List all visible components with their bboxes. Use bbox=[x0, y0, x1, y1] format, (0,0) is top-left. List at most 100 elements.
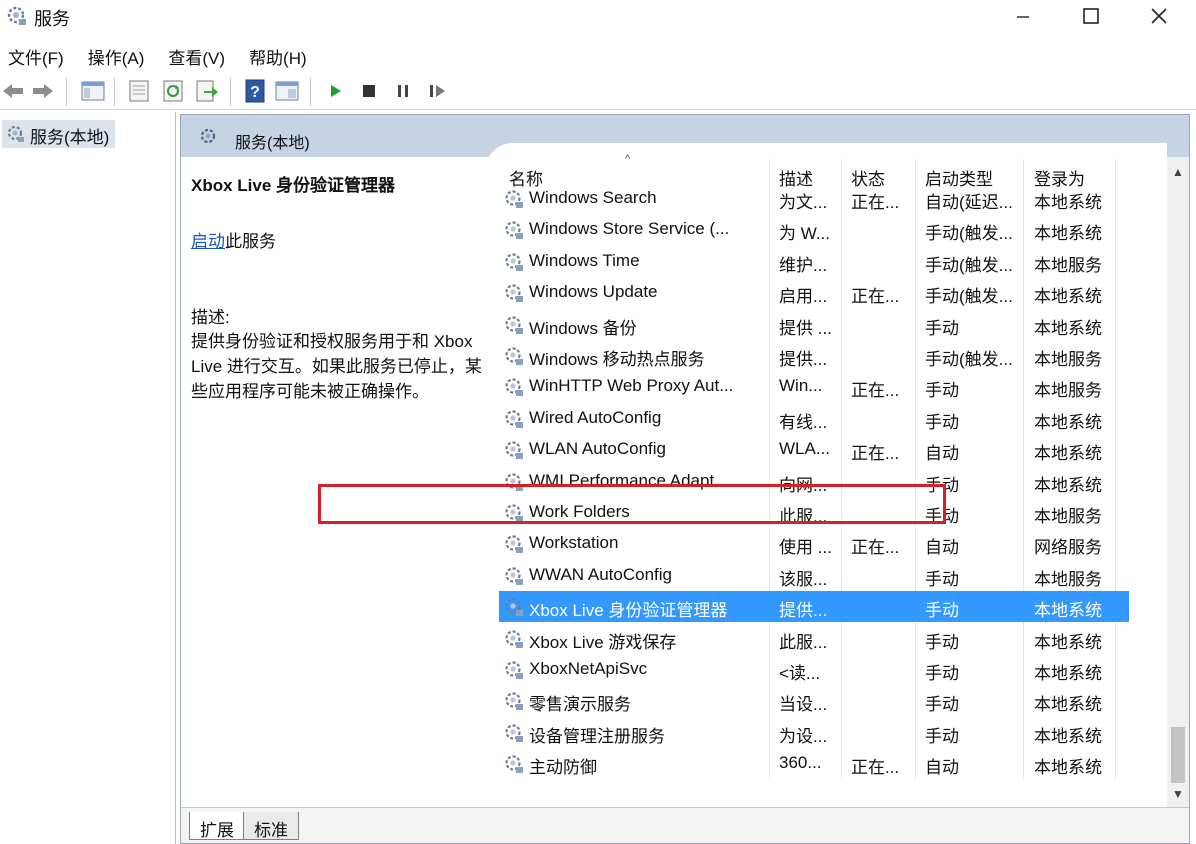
service-detail-panel: Xbox Live 身份验证管理器 启动此服务 描述: 提供身份验证和授权服务用… bbox=[181, 157, 485, 807]
services-pane: 服务(本地) Xbox Live 身份验证管理器 启动此服务 描述: 提供身份验… bbox=[180, 114, 1190, 844]
service-row[interactable]: Wired AutoConfig 有线... 手动 本地系统 bbox=[499, 403, 1129, 434]
service-gear-icon bbox=[505, 441, 523, 460]
service-gear-icon bbox=[505, 253, 523, 271]
service-gear-icon bbox=[505, 190, 523, 208]
pause-service-button[interactable] bbox=[390, 78, 416, 104]
service-row[interactable]: 主动防御 360... 正在... 自动 本地系统 bbox=[499, 748, 1129, 779]
service-gear-icon bbox=[505, 598, 523, 617]
service-log-on-as: 本地系统 bbox=[1034, 758, 1102, 778]
service-row[interactable]: WLAN AutoConfig WLA... 正在... 自动 本地系统 bbox=[499, 434, 1129, 465]
service-row[interactable]: Windows 备份 提供 ... 手动 本地系统 bbox=[499, 309, 1129, 340]
service-startup-type: 手动 bbox=[925, 726, 959, 746]
services-gear-icon bbox=[200, 128, 216, 144]
service-description: 有线... bbox=[779, 412, 828, 432]
start-service-button[interactable] bbox=[322, 78, 348, 104]
start-service-link[interactable]: 启动 bbox=[191, 232, 225, 251]
services-list: ^ 名称 描述 状态 启动类型 登录为 Windows Search 为文... 正… bbox=[485, 143, 1167, 809]
back-button[interactable] bbox=[0, 78, 26, 104]
service-row[interactable]: 零售演示服务 当设... 手动 本地系统 bbox=[499, 685, 1129, 716]
menu-action[interactable]: 操作(A) bbox=[80, 38, 153, 70]
service-name: Windows Time bbox=[529, 250, 640, 270]
service-row[interactable]: Windows Update 启用... 正在... 手动(触发... 本地系统 bbox=[499, 277, 1129, 308]
service-row[interactable]: WinHTTP Web Proxy Aut... Win... 正在... 手动 本地服… bbox=[499, 371, 1129, 402]
service-gear-icon bbox=[505, 692, 523, 711]
service-gear-icon bbox=[505, 629, 523, 648]
view-button[interactable] bbox=[274, 78, 300, 104]
service-description: 使用 ... bbox=[779, 538, 832, 558]
service-row[interactable]: Xbox Live 游戏保存 此服... 手动 本地系统 bbox=[499, 623, 1129, 654]
service-row[interactable]: Xbox Live 身份验证管理器 提供... 手动 本地系统 bbox=[499, 591, 1129, 623]
vertical-scrollbar[interactable]: ▲ ▼ bbox=[1167, 157, 1189, 807]
service-startup-type: 自动 bbox=[925, 444, 959, 464]
service-gear-icon bbox=[505, 347, 523, 365]
service-name: Wired AutoConfig bbox=[529, 407, 662, 427]
service-log-on-as: 本地服务 bbox=[1034, 255, 1102, 275]
maximize-button[interactable] bbox=[1058, 0, 1124, 32]
tab-extended[interactable]: 扩展 bbox=[189, 812, 245, 840]
service-row[interactable]: 设备管理注册服务 为设... 手动 本地系统 bbox=[499, 717, 1129, 748]
service-log-on-as: 本地系统 bbox=[1034, 318, 1102, 338]
service-description: 为设... bbox=[779, 726, 828, 746]
service-log-on-as: 本地系统 bbox=[1034, 287, 1102, 307]
scrollbar-thumb[interactable] bbox=[1171, 727, 1185, 783]
menu-view[interactable]: 查看(V) bbox=[160, 38, 233, 70]
window-title: 服务 bbox=[34, 9, 70, 29]
refresh-button[interactable] bbox=[160, 78, 186, 104]
scroll-up-icon[interactable]: ▲ bbox=[1172, 165, 1184, 179]
service-log-on-as: 本地服务 bbox=[1034, 381, 1102, 401]
list-header: ^ 名称 描述 状态 启动类型 登录为 bbox=[485, 143, 1167, 189]
service-name: XboxNetApiSvc bbox=[529, 659, 648, 678]
close-icon bbox=[1151, 8, 1167, 24]
minimize-button[interactable] bbox=[990, 0, 1056, 32]
tab-standard[interactable]: 标准 bbox=[243, 812, 299, 840]
stop-service-button[interactable] bbox=[356, 78, 382, 104]
service-row[interactable]: XboxNetApiSvc <读... 手动 本地系统 bbox=[499, 654, 1129, 685]
menu-file[interactable]: 文件(F) bbox=[0, 38, 72, 70]
toolbar: ? bbox=[0, 72, 1196, 110]
service-row[interactable]: Windows Store Service (... 为 W... 手动(触发...… bbox=[499, 214, 1129, 245]
service-log-on-as: 网络服务 bbox=[1034, 538, 1102, 558]
properties-icon bbox=[129, 80, 149, 102]
service-description: 该服... bbox=[779, 569, 828, 589]
service-description: 提供... bbox=[779, 601, 828, 621]
resume-service-button[interactable] bbox=[424, 78, 450, 104]
service-row[interactable]: Windows Time 维护... 手动(触发... 本地服务 bbox=[499, 246, 1129, 277]
service-gear-icon bbox=[505, 535, 523, 554]
help-button[interactable]: ? bbox=[242, 78, 268, 104]
sort-ascending-icon: ^ bbox=[625, 153, 631, 165]
maximize-icon bbox=[1083, 8, 1099, 24]
service-row[interactable]: Workstation 使用 ... 正在... 自动 网络服务 bbox=[499, 528, 1129, 559]
service-startup-type: 手动 bbox=[925, 412, 959, 432]
service-row[interactable]: Windows Search 为文... 正在... 自动(延迟... 本地系统 bbox=[499, 183, 1129, 214]
service-row[interactable]: WWAN AutoConfig 该服... 手动 本地服务 bbox=[499, 560, 1129, 591]
tree-item-services-local[interactable]: 服务(本地) bbox=[2, 120, 116, 148]
service-log-on-as: 本地系统 bbox=[1034, 224, 1102, 244]
service-startup-type: 手动(触发... bbox=[925, 287, 1013, 307]
service-startup-type: 手动 bbox=[925, 664, 959, 683]
minimize-icon bbox=[1017, 16, 1029, 18]
service-status: 正在... bbox=[851, 538, 900, 558]
export-list-button[interactable] bbox=[194, 78, 220, 104]
service-startup-type: 手动(触发... bbox=[925, 224, 1013, 244]
toolbar-separator bbox=[230, 78, 231, 106]
service-startup-type: 手动(触发... bbox=[925, 350, 1013, 369]
service-description: 为文... bbox=[779, 193, 828, 212]
service-description: 启用... bbox=[779, 287, 828, 307]
pane-header-title: 服务(本地) bbox=[235, 135, 310, 152]
show-console-tree-button[interactable] bbox=[80, 78, 106, 104]
menu-help[interactable]: 帮助(H) bbox=[241, 38, 315, 70]
service-gear-icon bbox=[505, 315, 523, 334]
service-description: WLA... bbox=[779, 439, 831, 459]
scroll-down-icon[interactable]: ▼ bbox=[1172, 787, 1184, 801]
service-log-on-as: 本地服务 bbox=[1034, 507, 1102, 526]
properties-button[interactable] bbox=[126, 78, 152, 104]
close-button[interactable] bbox=[1126, 0, 1192, 32]
start-service-suffix: 此服务 bbox=[225, 232, 276, 251]
highlight-box bbox=[318, 484, 946, 524]
service-log-on-as: 本地系统 bbox=[1034, 664, 1102, 683]
service-detail-title: Xbox Live 身份验证管理器 bbox=[191, 176, 396, 195]
service-name: 主动防御 bbox=[529, 758, 597, 778]
forward-button[interactable] bbox=[30, 78, 56, 104]
service-row[interactable]: Windows 移动热点服务 提供... 手动(触发... 本地服务 bbox=[499, 340, 1129, 371]
service-gear-icon bbox=[505, 378, 523, 397]
